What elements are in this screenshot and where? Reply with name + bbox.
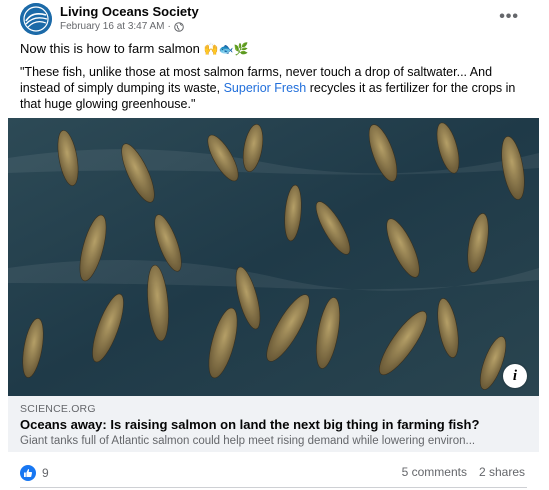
globe-icon (174, 21, 184, 32)
post-text-line: Now this is how to farm salmon 🙌🐟🌿 (20, 41, 249, 56)
shares-count[interactable]: 2 shares (479, 465, 525, 479)
post-meta: February 16 at 3:47 AM · (60, 21, 184, 32)
page-logo-icon (20, 3, 52, 35)
like-icon (20, 465, 36, 481)
reaction-count: 9 (42, 466, 49, 480)
more-options-icon[interactable]: ••• (499, 8, 519, 26)
info-icon[interactable]: i (503, 364, 527, 388)
preview-headline[interactable]: Oceans away: Is raising salmon on land t… (20, 417, 479, 432)
superior-fresh-link[interactable]: Superior Fresh (224, 81, 307, 95)
post-photo[interactable]: i (8, 118, 539, 396)
link-preview[interactable]: SCIENCE.ORG Oceans away: Is raising salm… (8, 396, 539, 452)
salmon-tank-image (8, 118, 539, 396)
reactions-summary[interactable]: 9 (20, 465, 49, 481)
meta-separator: · (167, 21, 171, 32)
footer-divider (20, 487, 527, 488)
preview-domain: SCIENCE.ORG (20, 403, 96, 415)
page-name[interactable]: Living Oceans Society (60, 4, 199, 19)
preview-description: Giant tanks full of Atlantic salmon coul… (20, 435, 476, 447)
post-emoji: 🙌🐟🌿 (203, 42, 249, 56)
engagement-stats: 5 comments 2 shares (402, 465, 525, 479)
comments-count[interactable]: 5 comments (402, 465, 467, 479)
facebook-post: Living Oceans Society February 16 at 3:4… (8, 0, 539, 490)
post-timestamp[interactable]: February 16 at 3:47 AM (60, 21, 165, 32)
post-quote: "These fish, unlike those at most salmon… (20, 64, 525, 112)
post-text: Now this is how to farm salmon (20, 41, 200, 56)
page-avatar[interactable] (20, 3, 52, 35)
